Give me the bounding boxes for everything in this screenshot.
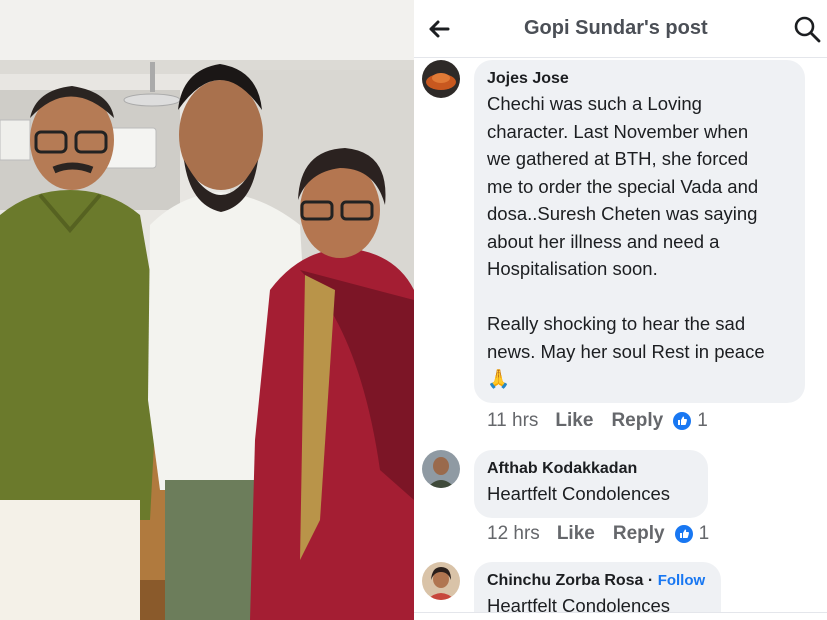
reaction-count: 1 (698, 523, 710, 544)
like-button[interactable]: Like (555, 410, 593, 432)
separator-dot: · (647, 572, 654, 589)
post-photo (0, 0, 414, 620)
back-button[interactable] (424, 14, 454, 44)
avatar[interactable] (422, 450, 460, 488)
reply-button[interactable]: Reply (613, 523, 665, 545)
like-button[interactable]: Like (557, 523, 595, 545)
comment-actions: 11 hrs Like Reply 1 (487, 408, 708, 434)
comment-text: Heartfelt Condolences (487, 483, 671, 504)
page-title: Gopi Sundar's post (524, 17, 708, 39)
comment-author[interactable]: Afthab Kodakkadan (487, 458, 695, 480)
like-reaction-icon[interactable] (674, 525, 693, 543)
comment-bubble: Jojes Jose Chechi was such a Loving char… (474, 60, 805, 403)
comment-time[interactable]: 12 hrs (487, 523, 540, 545)
comment-author: Chinchu Zorba Rosa · Follow (487, 570, 708, 592)
search-button[interactable] (792, 14, 822, 44)
comment-bubble: Afthab Kodakkadan Heartfelt Condolences (474, 450, 708, 518)
like-reaction-icon[interactable] (673, 412, 692, 430)
bottom-divider (414, 612, 827, 620)
search-icon (794, 16, 821, 43)
comment-author[interactable]: Jojes Jose (487, 68, 792, 90)
comment-actions: 12 hrs Like Reply 1 (487, 521, 709, 547)
comment-text: Chechi was such a Loving character. Last… (487, 93, 765, 389)
reply-button[interactable]: Reply (611, 410, 663, 432)
avatar[interactable] (422, 60, 460, 98)
comment-time[interactable]: 11 hrs (487, 410, 538, 432)
follow-button[interactable]: Follow (658, 572, 706, 589)
avatar[interactable] (422, 562, 460, 600)
post-header: Gopi Sundar's post (414, 0, 827, 58)
arrow-left-icon (429, 20, 450, 38)
comments-panel: Gopi Sundar's post Jojes Jose Chechi was… (414, 0, 827, 620)
comment-author-name[interactable]: Chinchu Zorba Rosa (487, 572, 643, 589)
reaction-count: 1 (697, 410, 708, 431)
